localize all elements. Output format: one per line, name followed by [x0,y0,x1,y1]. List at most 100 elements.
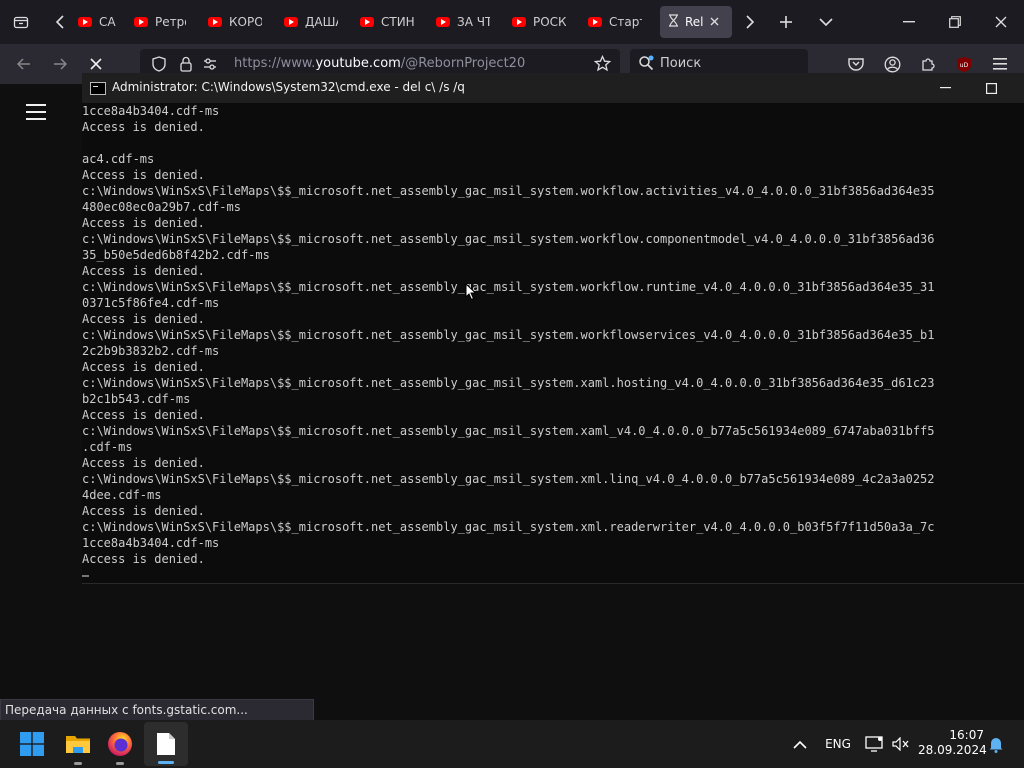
new-tab-icon[interactable] [774,0,798,44]
cmd-output-line: Access is denied. [82,552,205,566]
browser-tab[interactable]: ДАША [276,6,338,38]
browser-tab-label: Старт [609,15,642,29]
cmd-output-line: 2c2b9b3832b2.cdf-ms [82,344,220,358]
cmd-output-line: b2c1b543.cdf-ms [82,392,191,406]
youtube-icon [360,17,374,27]
browser-tab-label: КОРО [229,15,262,29]
cmd-output-line: c:\Windows\WinSxS\FileMaps\$$_microsoft.… [82,424,935,438]
notepad-icon[interactable] [144,722,188,766]
browser-tab-label: ЗА ЧТ [457,15,490,29]
cmd-title-bar[interactable]: Administrator: C:\Windows\System32\cmd.e… [82,73,1024,103]
browser-tab[interactable]: САМЬ [70,6,116,38]
browser-tab-label: СТИН [381,15,414,29]
youtube-icon [588,17,602,27]
cmd-output-line: 1cce8a4b3404.cdf-ms [82,536,220,550]
youtube-icon [436,17,450,27]
youtube-icon [208,17,222,27]
url-path: /@RebornProject20 [400,56,526,71]
cmd-output-line: c:\Windows\WinSxS\FileMaps\$$_microsoft.… [82,472,935,486]
list-all-tabs-icon[interactable] [814,0,838,44]
close-tab-icon[interactable] [710,15,719,29]
browser-tab[interactable]: КОРО [200,6,262,38]
browser-tab[interactable]: РОСК [504,6,566,38]
cmd-output-line: c:\Windows\WinSxS\FileMaps\$$_microsoft.… [82,184,935,198]
browser-tab-label: Ретро [155,15,186,29]
browser-tab[interactable]: СТИН [352,6,414,38]
browser-tab[interactable]: Старт [580,6,642,38]
cmd-output-line: Access is denied. [82,504,205,518]
cmd-output-line: 480ec08ec0a29b7.cdf-ms [82,200,241,214]
hourglass-icon [668,14,679,30]
back-icon[interactable] [12,44,36,84]
cmd-output-line: c:\Windows\WinSxS\FileMaps\$$_microsoft.… [82,280,935,294]
browser-tab-strip: САМЬ Ретро КОРО ДАША СТИН ЗА ЧТ РОСК Старт Rel [0,0,1024,44]
cmd-output[interactable]: 1cce8a4b3404.cdf-ms Access is denied. ac4.… [82,103,1024,583]
cmd-output-line: 35_b50e5ded6b8f42b2.cdf-ms [82,248,270,262]
cmd-minimize-icon[interactable] [930,73,960,103]
cmd-output-line: Access is denied. [82,408,205,422]
cmd-output-line: Access is denied. [82,168,205,182]
youtube-icon [512,17,526,27]
console-cursor [82,574,89,577]
cmd-output-line: Access is denied. [82,264,205,278]
browser-tab-label: Rel [685,15,704,29]
display-icon[interactable] [862,720,886,768]
cmd-output-line: 4dee.cdf-ms [82,488,162,502]
cmd-maximize-icon[interactable] [976,73,1006,103]
input-language-indicator[interactable]: ENG [820,720,856,768]
cmd-output-line: c:\Windows\WinSxS\FileMaps\$$_microsoft.… [82,232,935,246]
youtube-icon [134,17,148,27]
cmd-output-line: Access is denied. [82,312,205,326]
notification-bell-icon[interactable] [984,720,1008,768]
search-engine-icon [638,55,654,75]
browser-tab-label: ДАША [305,15,338,29]
youtube-icon [284,17,298,27]
cmd-output-line: ac4.cdf-ms [82,152,155,166]
windows-start-icon[interactable] [14,720,50,768]
close-window-icon[interactable] [986,0,1016,44]
cmd-window: Administrator: C:\Windows\System32\cmd.e… [82,73,1024,584]
cmd-output-line: 0371c5f86fe4.cdf-ms [82,296,220,310]
windows-taskbar: ENG 16:07 28.09.2024 [0,720,1024,768]
speaker-muted-icon[interactable] [890,720,912,768]
browser-tab-label: САМЬ [99,15,116,29]
cmd-output-line: .cdf-ms [82,440,133,454]
cmd-app-icon [90,82,106,95]
cmd-output-line: c:\Windows\WinSxS\FileMaps\$$_microsoft.… [82,520,935,534]
youtube-guide-menu-icon[interactable] [26,104,46,120]
cmd-output-line [82,135,1024,151]
scroll-tabs-left-icon[interactable] [48,0,72,44]
cmd-output-line: 1cce8a4b3404.cdf-ms [82,104,220,118]
browser-tab[interactable]: ЗА ЧТ [428,6,490,38]
browser-tab[interactable]: Rel [660,6,732,38]
file-explorer-icon[interactable] [58,720,98,768]
browser-tab-label: РОСК [533,15,566,29]
scroll-tabs-right-icon[interactable] [738,0,762,44]
youtube-icon [78,17,92,27]
browser-tab[interactable]: Ретро [126,6,186,38]
show-hidden-icons-icon[interactable] [786,720,814,768]
svg-text:uD: uD [960,62,969,69]
cmd-output-line: c:\Windows\WinSxS\FileMaps\$$_microsoft.… [82,328,935,342]
browser-status-panel: Передача данных с fonts.gstatic.com... [0,699,314,721]
cmd-output-line: Access is denied. [82,360,205,374]
url-domain: youtube.com [315,56,401,71]
clock-time: 16:07 [949,728,984,742]
restore-window-icon[interactable] [940,0,970,44]
cmd-cursor-line [82,567,1024,583]
tab-manager-icon[interactable] [4,0,38,44]
clock-date: 28.09.2024 [918,743,987,757]
system-clock[interactable]: 16:07 28.09.2024 [918,728,987,758]
forward-icon[interactable] [48,44,72,84]
url-prefix: https://www. [234,56,316,71]
cmd-window-title: Administrator: C:\Windows\System32\cmd.e… [112,80,465,94]
url-text[interactable]: https://www.youtube.com/@RebornProject20 [234,56,525,71]
cmd-output-line: Access is denied. [82,216,205,230]
cmd-output-line: Access is denied. [82,456,205,470]
minimize-window-icon[interactable] [894,0,924,44]
cmd-output-line: c:\Windows\WinSxS\FileMaps\$$_microsoft.… [82,376,935,390]
firefox-icon[interactable] [100,720,140,768]
search-placeholder: Поиск [660,56,702,71]
mouse-pointer-icon [465,282,477,301]
cmd-output-line: Access is denied. [82,120,205,134]
